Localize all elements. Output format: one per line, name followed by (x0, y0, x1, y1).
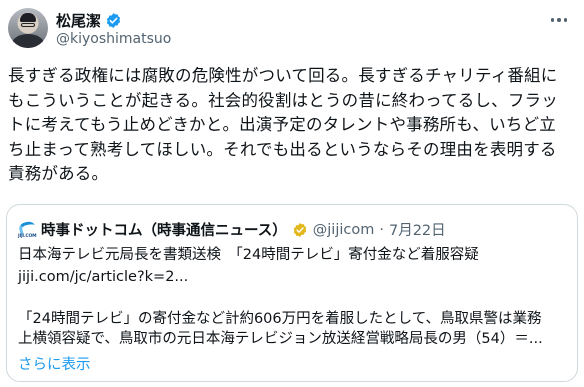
name-row: 松尾潔 (56, 10, 171, 30)
display-name[interactable]: 松尾潔 (56, 10, 101, 31)
gold-verified-badge-icon (293, 222, 307, 237)
quote-date[interactable]: 7月22日 (389, 219, 446, 240)
jiji-logo-icon[interactable]: JIJI.COM (17, 219, 37, 239)
logo-label: JIJI.COM (18, 233, 37, 239)
avatar[interactable] (8, 8, 48, 48)
more-dot (550, 18, 555, 22)
quote-body-text: 「24時間テレビ」の寄付金など計約606万円を着服したとして、鳥取県警は業務 上… (18, 311, 543, 347)
quote-display-name[interactable]: 時事ドットコム（時事通信ニュース） (41, 219, 287, 240)
avatar-hair (20, 13, 36, 22)
tweet-text: 長すぎる政権には腐敗の危険性がついて回る。長すぎるチャリティ番組に もこういうこ… (8, 66, 558, 184)
more-dot (557, 18, 561, 22)
quote-header: JIJI.COM 時事ドットコム（時事通信ニュース） @jijicom · 7月… (17, 219, 446, 240)
tweet-header: 松尾潔 @kiyoshimatsuo (56, 10, 171, 48)
quote-headline: 日本海テレビ元局長を書類送検 「24時間テレビ」寄付金など着服容疑 (18, 247, 479, 263)
avatar-glasses (21, 23, 35, 27)
logo-swoosh (17, 219, 37, 235)
avatar-shoulders (12, 34, 44, 48)
show-more-link[interactable]: さらに表示 (18, 355, 91, 375)
quote-url[interactable]: jiji.com/jc/article?k=2... (18, 267, 188, 287)
quote-tweet-card[interactable]: JIJI.COM 時事ドットコム（時事通信ニュース） @jijicom · 7月… (6, 204, 578, 382)
more-dot (563, 18, 568, 22)
separator-dot: · (379, 221, 384, 238)
user-handle[interactable]: @kiyoshimatsuo (56, 31, 171, 47)
verified-badge-icon (106, 12, 121, 28)
more-options-icon[interactable] (548, 12, 570, 28)
quote-handle[interactable]: @jijicom (313, 222, 375, 238)
